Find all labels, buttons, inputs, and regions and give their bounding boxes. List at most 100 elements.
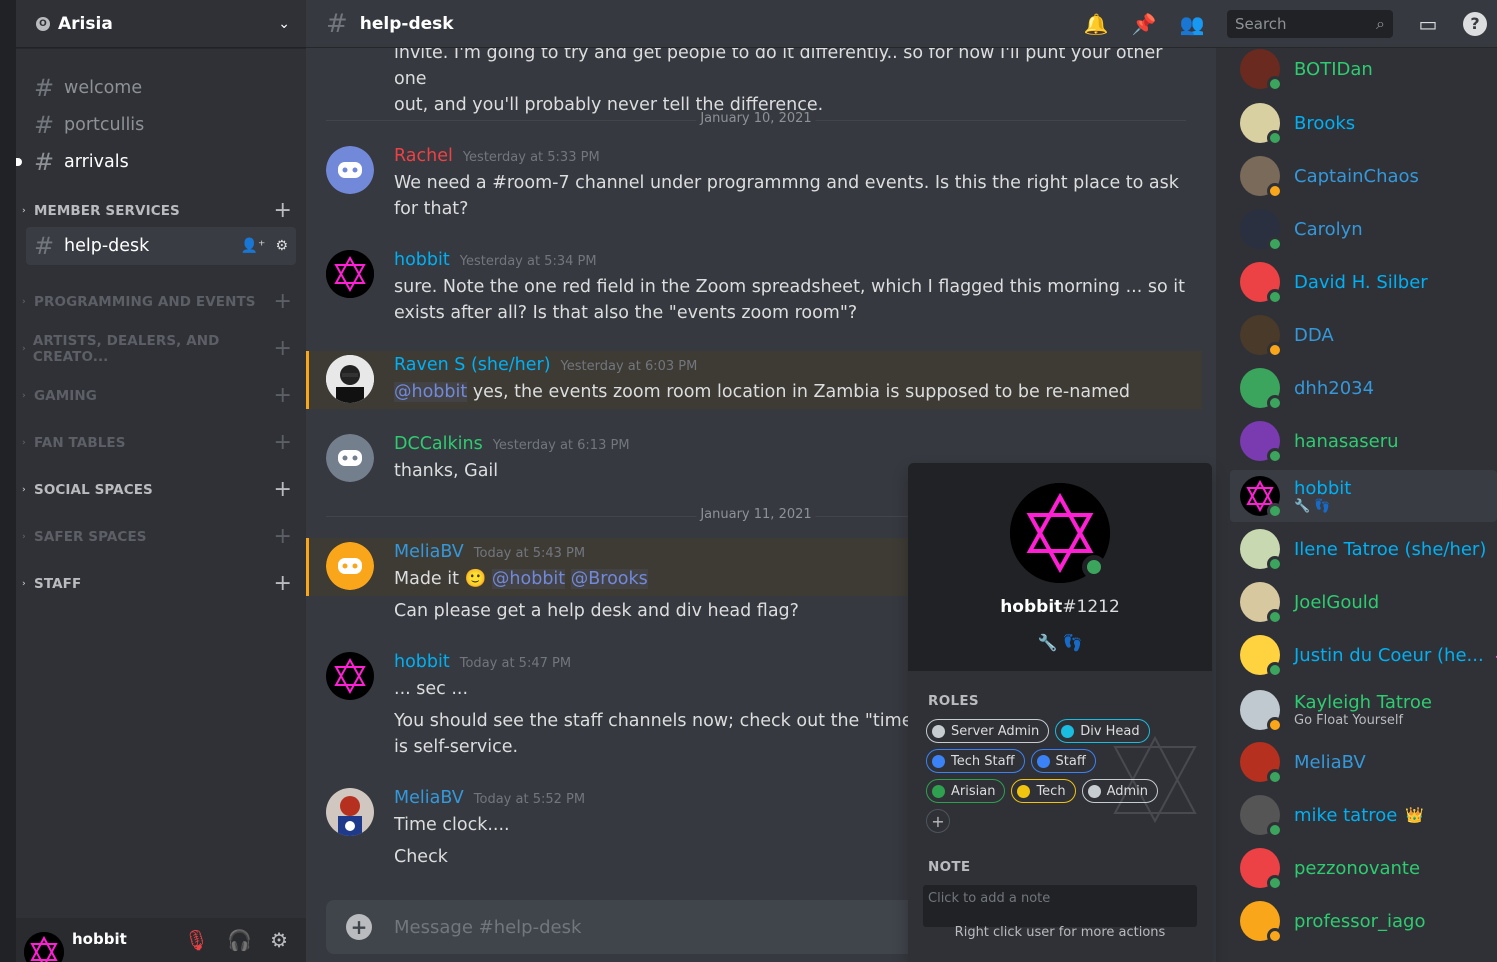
message[interactable]: Rachel Yesterday at 5:33 PM We need a #ro… [306,146,1202,226]
member-list: BOTIDan Brooks CaptainChaos Carolyn Davi… [1216,48,1497,962]
inbox-icon[interactable]: ▭ [1415,12,1441,36]
search-input[interactable]: Search ⌕ [1227,9,1393,38]
help-icon[interactable]: ? [1463,11,1487,36]
category-label: FAN TABLES [34,435,126,451]
avatar[interactable] [24,932,64,962]
member-name: pezzonovante [1294,857,1421,879]
member-hanasaseru[interactable]: hanasaseru [1230,417,1497,465]
member-dhh2034[interactable]: dhh2034 [1230,364,1497,412]
add-channel-icon[interactable]: + [273,338,292,360]
user-mention[interactable]: @hobbit [394,382,468,402]
status-online-icon [1267,503,1283,519]
user-mention[interactable]: @Brooks [570,569,648,589]
role-tech-staff[interactable]: Tech Staff [926,749,1025,773]
role-label: Staff [1055,753,1086,769]
category-social-spaces[interactable]: › SOCIAL SPACES + [22,479,292,501]
user-mention[interactable]: @hobbit [491,569,566,589]
server-name: Arisia [58,13,113,34]
message-author[interactable]: DCCalkins [394,434,483,454]
channel-help-desk[interactable]: # help-desk 👤⁺ ⚙ [26,227,296,265]
category-member-services[interactable]: › MEMBER SERVICES + [22,200,292,222]
member-meliabv[interactable]: MeliaBV [1230,738,1497,786]
add-attachment-icon[interactable]: + [346,914,372,940]
category-fan-tables[interactable]: › FAN TABLES + [22,432,292,454]
message-author[interactable]: Rachel [394,146,453,166]
member-ilene-tatroe[interactable]: Ilene Tatroe (she/her) [1230,525,1497,573]
message-timestamp: Yesterday at 5:33 PM [462,150,600,165]
status-online-icon [1267,289,1283,305]
category-gaming[interactable]: › GAMING + [22,385,292,407]
message-timestamp: Yesterday at 5:34 PM [459,254,597,269]
member-dda[interactable]: DDA [1230,311,1497,359]
note-input[interactable]: Click to add a note [923,885,1197,927]
member-brooks[interactable]: Brooks [1230,99,1497,147]
member-pezzonovante[interactable]: pezzonovante [1230,844,1497,892]
status-online-icon [1267,395,1283,411]
channel-label: portcullis [64,115,145,135]
role-label: Tech Staff [951,753,1015,769]
avatar[interactable] [326,250,374,298]
member-carolyn[interactable]: Carolyn [1230,205,1497,253]
channel-arrivals[interactable]: # arrivals [16,145,296,179]
mute-mic-icon[interactable]: 🎙 [184,928,209,952]
message-author[interactable]: hobbit [394,250,450,270]
avatar[interactable] [326,146,374,194]
hash-icon: # [34,74,55,102]
server-header[interactable]: O Arisia ⌄ [16,0,306,48]
avatar[interactable] [326,788,374,836]
invite-icon[interactable]: 👤⁺ [241,238,266,254]
bell-icon[interactable]: 🔔 [1083,12,1109,36]
role-tech[interactable]: Tech [1011,779,1076,803]
hash-icon: # [34,111,55,139]
deafen-icon[interactable]: 🎧 [227,928,252,952]
member-captainchaos[interactable]: CaptainChaos [1230,152,1497,200]
message-author[interactable]: MeliaBV [394,542,464,562]
role-server-admin[interactable]: Server Admin [926,719,1050,743]
avatar[interactable] [326,434,374,482]
member-hobbit[interactable]: hobbit 🔧 👣 [1230,470,1497,522]
member-kayleigh-tatroe[interactable]: Kayleigh Tatroe Go Float Yourself [1230,684,1497,736]
message[interactable]: hobbit Yesterday at 5:34 PM sure. Note th… [306,250,1202,330]
member-mike-tatroe[interactable]: mike tatroe 👑 [1230,791,1497,839]
member-justin-du-coeur[interactable]: Justin du Coeur (he... ◈ [1230,631,1497,679]
role-staff[interactable]: Staff [1030,749,1096,773]
username: hobbit [72,930,127,948]
role-arisian[interactable]: Arisian [926,779,1006,803]
add-channel-icon[interactable]: + [273,479,292,501]
category-safer-spaces[interactable]: › SAFER SPACES + [22,526,292,548]
channel-portcullis[interactable]: # portcullis [26,108,296,142]
status-online-icon [1267,609,1283,625]
add-channel-icon[interactable]: + [273,573,292,595]
gear-icon[interactable]: ⚙ [275,238,288,254]
message[interactable]: Raven S (she/her) Yesterday at 6:03 PM @h… [306,351,1202,409]
avatar[interactable] [326,542,374,590]
members-icon[interactable]: 👥 [1179,12,1205,36]
add-channel-icon[interactable]: + [273,432,292,454]
category-staff[interactable]: › STAFF + [22,573,292,595]
message-text: Made it [394,569,465,589]
message-author[interactable]: MeliaBV [394,788,464,808]
category-artists[interactable]: › ARTISTS, DEALERS, AND CREATO... + [22,333,292,365]
message-author[interactable]: Raven S (she/her) [394,355,551,375]
add-channel-icon[interactable]: + [273,200,292,222]
add-channel-icon[interactable]: + [273,526,292,548]
channel-welcome[interactable]: # welcome [26,71,296,105]
member-botidan[interactable]: BOTIDan [1230,48,1497,93]
member-joelgould[interactable]: JoelGould [1230,578,1497,626]
profile-discriminator: #1212 [1062,597,1120,617]
gear-icon[interactable]: ⚙ [270,928,288,952]
category-programming[interactable]: › PROGRAMMING AND EVENTS + [22,291,292,313]
chevron-right-icon: › [22,438,26,448]
member-professor-iago[interactable]: professor_iago [1230,897,1497,945]
avatar[interactable] [326,652,374,700]
chevron-right-icon: › [22,579,26,589]
member-david-h-silber[interactable]: David H. Silber [1230,258,1497,306]
add-channel-icon[interactable]: + [273,385,292,407]
add-role-button[interactable]: + [926,809,950,833]
avatar[interactable] [326,355,374,403]
member-name: Kayleigh Tatroe [1294,692,1432,713]
role-color-dot [1061,724,1075,738]
add-channel-icon[interactable]: + [273,291,292,313]
message-author[interactable]: hobbit [394,652,450,672]
pin-icon[interactable]: 📌 [1131,12,1157,36]
